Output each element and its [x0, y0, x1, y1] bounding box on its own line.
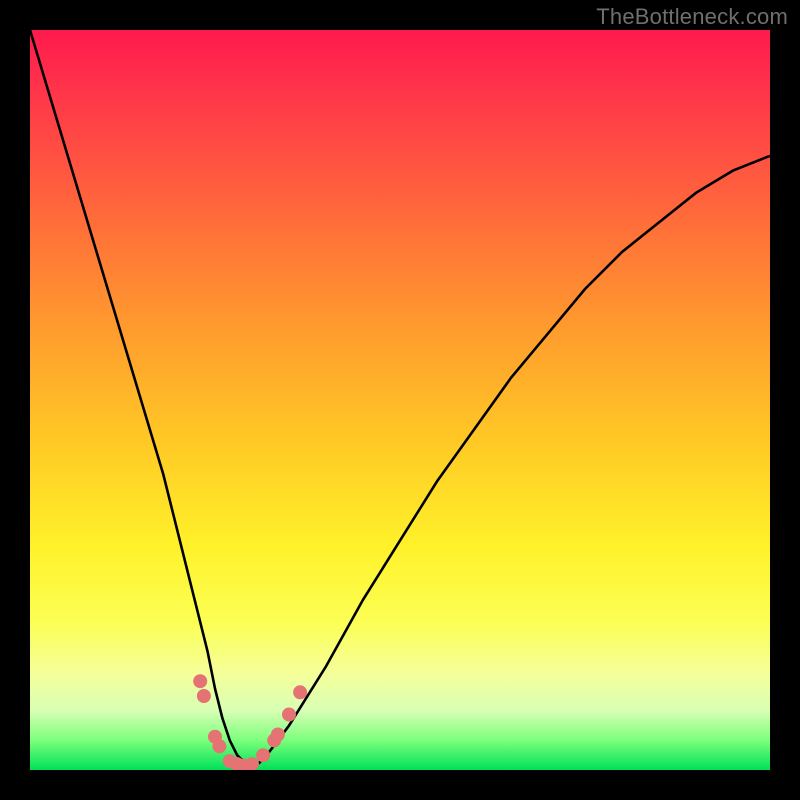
chart-frame: TheBottleneck.com [0, 0, 800, 800]
watermark-text: TheBottleneck.com [596, 4, 788, 30]
bottleneck-curve [30, 30, 770, 770]
curve-marker [271, 728, 285, 742]
curve-marker [197, 689, 211, 703]
curve-marker [193, 674, 207, 688]
curve-layer [30, 30, 770, 770]
curve-marker [293, 685, 307, 699]
plot-area [30, 30, 770, 770]
curve-marker [245, 757, 259, 770]
curve-marker [212, 739, 226, 753]
curve-marker [256, 748, 270, 762]
curve-marker [282, 708, 296, 722]
